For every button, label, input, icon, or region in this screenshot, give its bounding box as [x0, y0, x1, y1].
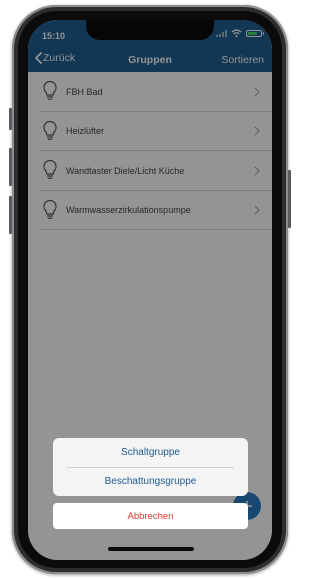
home-indicator: [108, 547, 194, 551]
power-button: [288, 170, 291, 228]
volume-up-button: [9, 148, 12, 186]
volume-down-button: [9, 196, 12, 234]
screen: 15:10 Zurück Gruppen Sortieren FBH Bad H…: [28, 20, 272, 560]
action-sheet: Schaltgruppe Beschattungsgruppe: [53, 438, 248, 496]
option-schaltgruppe[interactable]: Schaltgruppe: [53, 438, 248, 467]
mute-switch: [9, 108, 12, 130]
option-beschattungsgruppe[interactable]: Beschattungsgruppe: [53, 467, 248, 496]
cancel-button[interactable]: Abbrechen: [53, 503, 248, 529]
